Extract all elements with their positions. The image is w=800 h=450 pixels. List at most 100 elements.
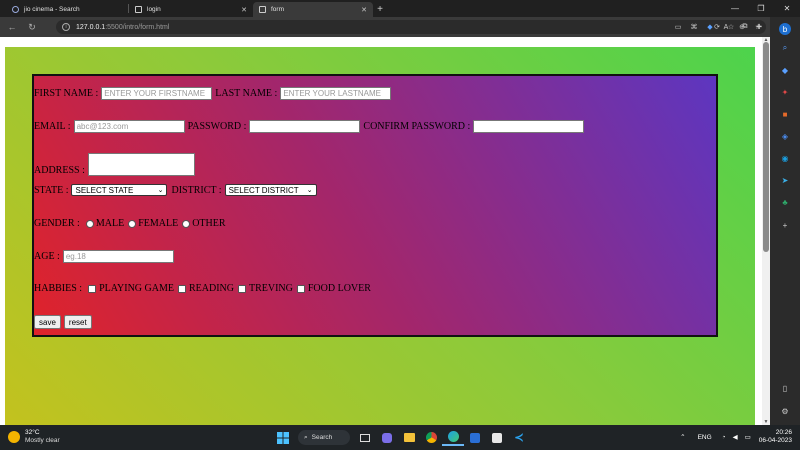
gender-radio-male[interactable]	[85, 219, 94, 228]
tab-label: jio cinema - Search	[24, 6, 80, 13]
save-button[interactable]: save	[34, 315, 61, 329]
url-path: :5500/intro/form.html	[105, 23, 170, 31]
email-label: EMAIL :	[34, 121, 71, 132]
confirm-password-label: CONFIRM PASSWORD :	[363, 121, 471, 132]
last-name-input[interactable]: ENTER YOUR LASTNAME	[280, 87, 392, 100]
form-actions: save reset	[34, 315, 95, 329]
vscode-icon[interactable]: ≺	[508, 429, 530, 446]
search-icon: ⌕	[304, 433, 308, 441]
battery-icon[interactable]: ▭	[745, 433, 751, 441]
weather-widget[interactable]: 32°C Mostly clear	[8, 429, 60, 445]
search-icon	[12, 6, 19, 13]
address-textarea[interactable]	[87, 153, 195, 176]
age-input[interactable]: eg.18	[62, 250, 174, 263]
tab-jio-cinema[interactable]: jio cinema - Search	[6, 2, 128, 17]
chevron-up-icon[interactable]: ⌃	[680, 433, 685, 441]
weather-temperature: 32°C	[25, 429, 40, 436]
close-icon[interactable]: ✕	[774, 0, 800, 17]
tools-icon[interactable]: ✦	[779, 86, 791, 98]
browser-toolbar: ← ↻ i 127.0.0.1 :5500/intro/form.html ▭ …	[0, 17, 800, 37]
search-icon[interactable]: ⌕	[779, 42, 791, 54]
district-select[interactable]: SELECT DISTRICT ⌄	[224, 184, 317, 196]
tree-icon[interactable]: ♣	[779, 196, 791, 208]
location-row: STATE : SELECT STATE ⌄ DISTRICT : SELECT…	[34, 184, 321, 196]
minimize-icon[interactable]: —	[722, 0, 748, 17]
bing-copilot-icon[interactable]: b	[779, 23, 791, 35]
hobby-checkbox-reading[interactable]	[177, 284, 186, 293]
photos-icon[interactable]	[486, 429, 508, 446]
close-icon[interactable]: ✕	[241, 6, 247, 14]
email-input[interactable]: abc@123.com	[73, 120, 185, 133]
office-icon[interactable]: ■	[779, 108, 791, 120]
first-name-input[interactable]: ENTER YOUR FIRSTNAME	[101, 87, 213, 100]
add-icon[interactable]: +	[779, 219, 791, 231]
page-icon	[135, 6, 142, 13]
telegram-icon[interactable]: ➤	[779, 174, 791, 186]
new-tab-button[interactable]: +	[373, 2, 387, 17]
volume-icon[interactable]: ◀	[733, 433, 738, 441]
refresh-page-icon[interactable]: ⟳	[710, 23, 724, 31]
hobby-option-label: PLAYING GAME	[99, 283, 174, 294]
outlook-icon[interactable]: ◉	[779, 152, 791, 164]
page-viewport: FIRST NAME : ENTER YOUR FIRSTNAME LAST N…	[0, 37, 770, 425]
district-label: DISTRICT :	[171, 184, 222, 196]
password-input[interactable]	[249, 120, 361, 133]
store-icon[interactable]	[464, 429, 486, 446]
teams-icon[interactable]	[376, 429, 398, 446]
address-row: ADDRESS :	[34, 153, 195, 176]
info-icon[interactable]: i	[62, 23, 70, 31]
taskbar-search-label: Search	[311, 434, 333, 441]
confirm-password-input[interactable]	[473, 120, 585, 133]
tab-form[interactable]: form ✕	[253, 2, 373, 17]
system-tray: ⌃ ENG ◔ ◀ ▭ 20:26 06-04-2023	[673, 429, 792, 445]
gender-option-label: OTHER	[192, 218, 226, 229]
app-icon[interactable]: ▭	[670, 23, 686, 31]
address-bar[interactable]: i 127.0.0.1 :5500/intro/form.html ▭ ⌘ ◆ …	[56, 20, 766, 34]
address-label: ADDRESS :	[34, 165, 85, 176]
tab-label: form	[271, 6, 284, 13]
hobby-checkbox-treving[interactable]	[237, 284, 246, 293]
tab-login[interactable]: login ✕	[129, 2, 253, 17]
scrollbar-thumb[interactable]	[763, 42, 769, 252]
weather-icon	[8, 431, 20, 443]
refresh-icon[interactable]: ↻	[24, 19, 40, 35]
age-label: AGE :	[34, 251, 60, 262]
hobbies-row: HABBIES : PLAYING GAME READING TREVING F…	[34, 283, 372, 294]
state-select[interactable]: SELECT STATE ⌄	[71, 184, 168, 196]
wifi-icon[interactable]: ◔	[722, 434, 726, 441]
windows-start-icon[interactable]	[272, 429, 294, 446]
grid-icon[interactable]: ⌘	[686, 23, 702, 31]
hobby-checkbox-food-lover[interactable]	[296, 284, 305, 293]
task-view-icon[interactable]	[354, 429, 376, 446]
hobby-option-label: READING	[188, 283, 234, 294]
sidebar-layout-icon[interactable]: ▯	[779, 382, 791, 394]
collections-icon[interactable]: ⧉	[738, 23, 752, 31]
page-scrollbar[interactable]: ▲ ▼	[762, 37, 770, 425]
clock[interactable]: 20:26 06-04-2023	[759, 429, 792, 445]
favorites-icon[interactable]: ☆	[724, 23, 738, 31]
settings-icon[interactable]: ⚙	[779, 405, 791, 417]
edge-icon[interactable]	[442, 429, 464, 446]
gender-radio-other[interactable]	[182, 219, 191, 228]
chrome-icon[interactable]	[420, 429, 442, 446]
hobby-checkbox-playing-game[interactable]	[88, 284, 97, 293]
games-icon[interactable]: ◈	[779, 130, 791, 142]
state-label: STATE :	[34, 184, 69, 196]
taskbar-apps: ⌕ Search ≺	[272, 429, 530, 446]
extensions-icon[interactable]: ✚	[752, 23, 766, 31]
state-select-value: SELECT STATE	[75, 185, 134, 195]
page-background: FIRST NAME : ENTER YOUR FIRSTNAME LAST N…	[5, 47, 755, 425]
shopping-tag-icon[interactable]: ◆	[779, 64, 791, 76]
file-explorer-icon[interactable]	[398, 429, 420, 446]
taskbar-search[interactable]: ⌕ Search	[298, 430, 350, 445]
registration-form: FIRST NAME : ENTER YOUR FIRSTNAME LAST N…	[32, 74, 718, 337]
back-icon[interactable]: ←	[4, 19, 20, 35]
tab-label: login	[147, 6, 161, 13]
reset-button[interactable]: reset	[63, 315, 92, 329]
weather-description: Mostly clear	[25, 437, 60, 444]
credentials-row: EMAIL : abc@123.com PASSWORD : CONFIRM P…	[34, 120, 585, 133]
gender-radio-female[interactable]	[128, 219, 137, 228]
close-icon[interactable]: ✕	[361, 6, 367, 14]
language-indicator[interactable]: ENG	[698, 434, 712, 441]
maximize-icon[interactable]: ❐	[748, 0, 774, 17]
